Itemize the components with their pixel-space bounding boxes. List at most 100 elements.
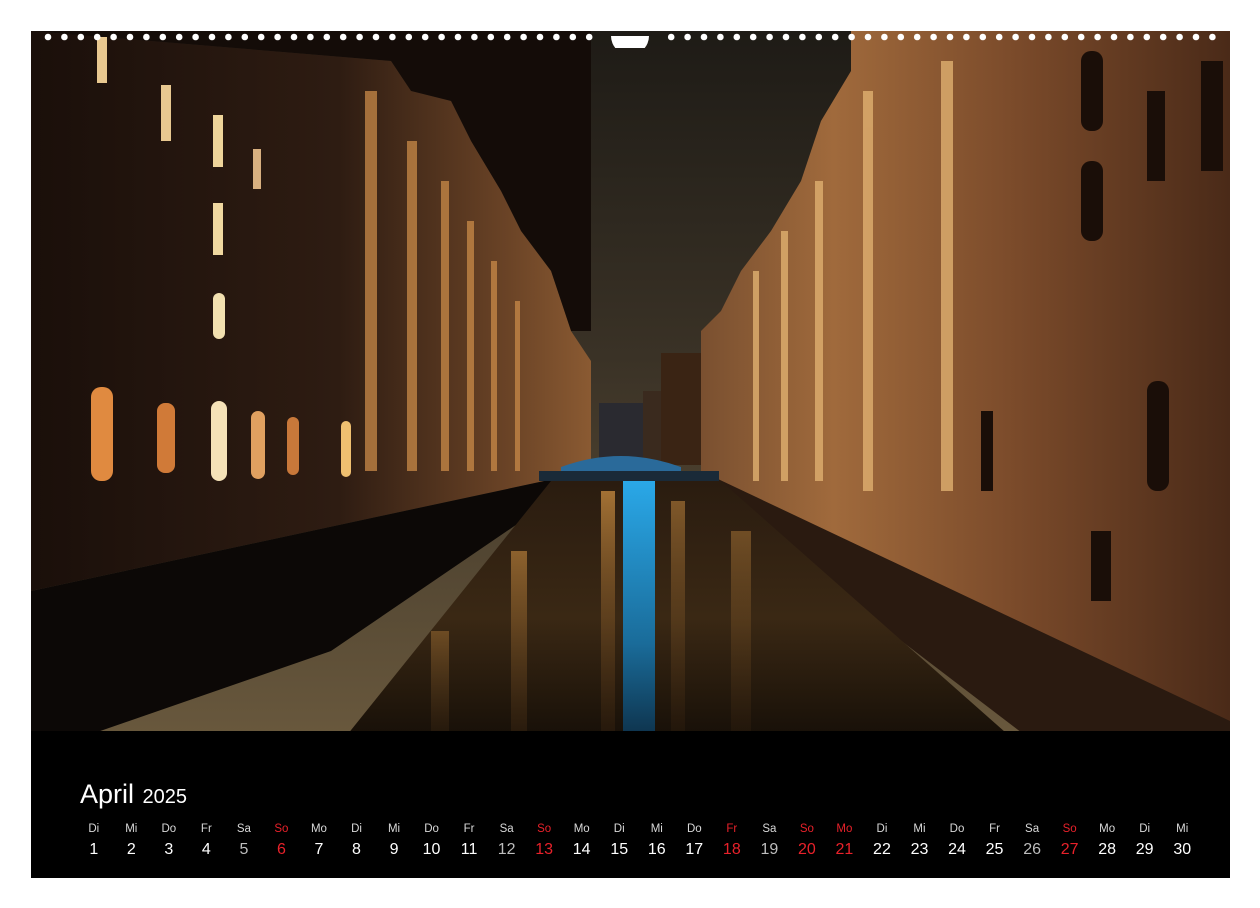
weekday-label: Di	[613, 823, 625, 835]
binding-hole	[667, 33, 675, 41]
binding-hole	[536, 33, 544, 41]
day-number: 19	[760, 841, 779, 858]
binding-hole	[372, 33, 380, 41]
binding-hole	[1061, 33, 1069, 41]
day-cell: Fr 11	[451, 821, 488, 871]
weekday-label: Di	[88, 823, 100, 835]
binding-hole	[323, 33, 331, 41]
binding-hole	[995, 33, 1003, 41]
day-number: 30	[1173, 841, 1192, 858]
day-number: 9	[389, 841, 399, 858]
day-number: 8	[352, 841, 361, 858]
day-number: 3	[164, 841, 174, 858]
binding-hole	[1143, 33, 1151, 41]
weekday-label: So	[537, 823, 552, 835]
weekday-label: So	[1062, 823, 1077, 835]
day-number: 18	[722, 841, 741, 858]
day-number: 14	[572, 841, 591, 858]
day-number: 26	[1023, 841, 1041, 858]
binding-hole	[717, 33, 724, 41]
binding-hole	[848, 33, 855, 41]
binding-hole	[1028, 33, 1036, 41]
binding-hole	[930, 33, 937, 41]
day-number: 5	[239, 841, 249, 858]
calendar-grid: April 2025 Di 1 Mi 2 Do 3 Fr 4 Sa 5 So 6 Mo 7 Di 8 Mi 9 Do…	[31, 755, 1230, 878]
day-cell: Di 1	[75, 821, 112, 871]
weekday-label: So	[799, 823, 814, 835]
day-number: 2	[126, 841, 136, 858]
binding-hole	[831, 33, 839, 41]
day-number: 6	[276, 841, 286, 858]
binding-hole	[520, 33, 527, 41]
weekday-label: Mo	[573, 823, 590, 835]
day-number: 10	[422, 841, 441, 858]
weekday-label: Mo	[836, 823, 853, 835]
binding-hole	[421, 33, 429, 41]
day-cell: Fr 25	[976, 821, 1013, 871]
weekday-label: Do	[161, 823, 177, 835]
binding-hole	[1127, 33, 1134, 41]
day-cell: Mo 21	[826, 821, 863, 871]
day-cell: Mi 16	[638, 821, 675, 871]
binding-hole	[700, 33, 708, 41]
binding-hole	[946, 33, 954, 41]
binding-hole	[749, 33, 757, 41]
binding-hole	[290, 33, 298, 41]
binding-hole	[553, 33, 560, 41]
day-cell: Sa 19	[751, 821, 788, 871]
binding-hole	[208, 33, 216, 41]
day-number: 23	[910, 841, 929, 858]
day-cell: Mi 9	[376, 821, 413, 871]
binding-hole	[913, 33, 921, 41]
weekday-label: Fr	[200, 823, 212, 835]
binding-hole	[897, 33, 905, 41]
weekday-label: Mi	[913, 823, 926, 835]
day-cell: So 27	[1051, 821, 1088, 871]
day-cell: Sa 5	[225, 821, 262, 871]
binding-hole	[339, 33, 347, 41]
day-number: 20	[797, 841, 816, 858]
day-cell: Fr 18	[713, 821, 750, 871]
day-cell: Di 22	[863, 821, 900, 871]
day-number: 25	[985, 841, 1004, 858]
binding-hole	[782, 33, 790, 41]
day-cell: Sa 12	[488, 821, 525, 871]
binding-hole	[503, 33, 511, 41]
binding-hole	[684, 33, 691, 41]
binding-hole	[192, 33, 199, 41]
day-number: 24	[948, 841, 966, 858]
binding-hole	[864, 33, 872, 41]
weekday-label: Do	[424, 823, 439, 835]
day-number: 21	[835, 841, 854, 858]
day-number: 22	[873, 841, 891, 858]
day-number: 1	[89, 841, 99, 858]
weekday-label: Sa	[236, 823, 251, 835]
weekday-label: Mi	[650, 823, 663, 835]
day-cell: Di 29	[1126, 821, 1163, 871]
day-cell: Do 17	[676, 821, 713, 871]
calendar-page: April 2025 Di 1 Mi 2 Do 3 Fr 4 Sa 5 So 6 Mo 7 Di 8 Mi 9 Do…	[31, 31, 1230, 878]
binding-hole	[487, 33, 495, 41]
binding-hole	[799, 33, 806, 41]
day-cell: Mo 7	[300, 821, 337, 871]
binding-hole	[963, 33, 970, 41]
day-cell: Do 24	[939, 821, 976, 871]
day-number: 17	[685, 841, 704, 858]
binding-hole	[93, 33, 101, 41]
binding-hole	[766, 33, 773, 41]
weekday-label: Mi	[387, 823, 401, 835]
weekday-label: Mi	[125, 823, 138, 835]
binding-hole	[454, 33, 462, 41]
binding-hole	[225, 33, 232, 41]
weekday-label: Mo	[310, 823, 327, 835]
day-row: Di 1 Mi 2 Do 3 Fr 4 Sa 5 So 6 Mo 7 Di 8 Mi 9 Do 10 Fr 11 Sa 12 S…	[75, 821, 1201, 871]
binding-hole	[356, 33, 363, 41]
weekday-label: Fr	[989, 823, 1000, 835]
binding-hole	[61, 33, 68, 41]
binding-hole	[307, 33, 314, 41]
binding-hole	[1159, 33, 1167, 41]
day-cell: Di 8	[338, 821, 375, 871]
day-cell: Do 3	[150, 821, 187, 871]
binding-hole	[1110, 33, 1118, 41]
day-number: 27	[1060, 841, 1079, 858]
